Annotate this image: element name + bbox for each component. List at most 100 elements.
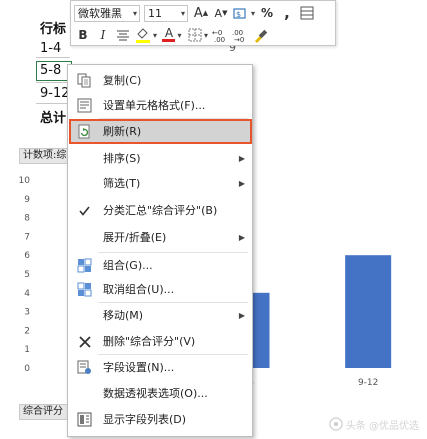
chevron-down-icon: ▾ [203, 30, 208, 40]
y-tick-label: 3 [24, 308, 30, 318]
y-tick-label: 6 [24, 251, 30, 261]
fill-color-swatch [135, 40, 150, 43]
align-center-button[interactable] [113, 26, 133, 44]
y-tick-label: 2 [24, 326, 30, 336]
italic-button[interactable]: I [93, 26, 113, 44]
font-color-icon: A [164, 26, 174, 40]
increase-decimal-icon: ←0.00 [212, 29, 225, 42]
chart-bar[interactable] [345, 255, 392, 368]
borders-button[interactable]: ▾ [185, 26, 211, 44]
number-format-icon: $ [233, 8, 246, 19]
fill-color-button[interactable]: ▾ [133, 26, 159, 44]
copy-icon [76, 72, 93, 89]
menu-item-label: 数据透视表选项(O)... [103, 387, 208, 400]
decrease-font-icon: A [214, 6, 223, 20]
increase-font-size-button[interactable]: A ▲ [191, 4, 211, 22]
menu-item-label: 删除"综合评分"(V) [103, 335, 196, 348]
menu-item-expand-collapse[interactable]: 展开/折叠(E) ▶ [70, 225, 251, 250]
watermark-text: 头条 @优品优选 [345, 420, 419, 432]
font-color-swatch [162, 39, 176, 42]
menu-item-label: 组合(G)... [103, 259, 153, 272]
svg-text:.00: .00 [214, 36, 225, 42]
row-label-9-12[interactable]: 9-12 [40, 86, 70, 101]
font-color-button[interactable]: A ▾ [159, 26, 185, 44]
format-cells-icon [76, 97, 93, 114]
clear-format-button[interactable] [251, 26, 271, 44]
svg-text:$: $ [236, 10, 241, 19]
grand-total-label[interactable]: 总计 [40, 107, 66, 126]
menu-item-move[interactable]: 移动(M) ▶ [70, 303, 251, 328]
chevron-down-icon: ▾ [152, 30, 157, 40]
table-format-icon [300, 6, 314, 20]
submenu-arrow-icon: ▶ [238, 311, 245, 320]
comma-icon: , [284, 4, 290, 22]
menu-item-field-settings[interactable]: 字段设置(N)... [70, 355, 251, 380]
row-label-5-8[interactable]: 5-8 [40, 63, 61, 78]
menu-item-label: 筛选(T) [103, 177, 141, 190]
increase-decimal-button[interactable]: ←0.00 [211, 26, 231, 44]
font-name-dropdown[interactable]: 微软雅黑 ▾ [74, 4, 140, 22]
menu-item-pivot-options[interactable]: 数据透视表选项(O)... [70, 381, 251, 406]
submenu-arrow-icon: ▶ [238, 233, 245, 242]
row-divider [36, 103, 70, 104]
row-labels-header[interactable]: 行标 [40, 18, 66, 37]
y-tick-label: 4 [24, 289, 30, 299]
row-label-1-4[interactable]: 1-4 [40, 41, 61, 56]
font-size-value: 11 [148, 6, 162, 20]
delete-x-icon [76, 333, 93, 350]
decrease-decimal-button[interactable]: .00 →0 [231, 26, 251, 44]
y-tick-label: 10 [19, 176, 31, 186]
chevron-down-icon: ▾ [132, 8, 137, 18]
menu-item-ungroup[interactable]: 取消组合(U)... [70, 277, 251, 302]
menu-item-label: 移动(M) [103, 309, 144, 322]
y-tick-label: 9 [24, 195, 30, 205]
menu-item-subtotal[interactable]: 分类汇总"综合评分"(B) [70, 198, 251, 223]
menu-item-refresh[interactable]: 刷新(R) [69, 119, 252, 144]
increase-font-icon: A [193, 5, 203, 21]
paintbrush-icon [255, 29, 268, 43]
y-tick-label: 0 [24, 364, 30, 374]
menu-item-show-field-list[interactable]: 显示字段列表(D) [70, 407, 251, 432]
menu-item-label: 展开/折叠(E) [103, 231, 167, 244]
italic-icon: I [100, 28, 106, 42]
menu-item-group[interactable]: 组合(G)... [70, 253, 251, 278]
watermark-logo-icon [329, 417, 343, 431]
menu-item-format-cells[interactable]: 设置单元格格式(F)... [70, 93, 251, 118]
menu-item-delete-field[interactable]: 删除"综合评分"(V) [70, 329, 251, 354]
font-size-dropdown[interactable]: 11 ▾ [144, 4, 188, 22]
format-painter-button[interactable] [297, 4, 317, 22]
ungroup-icon [76, 281, 93, 298]
submenu-arrow-icon: ▶ [238, 179, 245, 188]
context-menu: 复制(C) 设置单元格格式(F)... 刷新(R) 排序(S) ▶ 筛选(T) … [67, 64, 253, 437]
row-divider [36, 57, 70, 58]
percent-style-button[interactable]: % [257, 4, 277, 22]
excel-window: { "sheet": { "row_header": "行标", "rows":… [0, 0, 427, 439]
number-format-button[interactable]: $ ▾ [231, 4, 257, 22]
row-divider [36, 82, 70, 83]
y-tick-label: 7 [24, 232, 30, 242]
submenu-arrow-icon: ▶ [238, 154, 245, 163]
menu-item-label: 排序(S) [103, 152, 141, 165]
decrease-font-size-button[interactable]: A ▼ [211, 4, 231, 22]
menu-item-label: 设置单元格格式(F)... [103, 99, 206, 112]
fill-bucket-icon [135, 28, 150, 43]
chevron-down-icon: ▾ [177, 30, 182, 40]
field-settings-icon [76, 359, 93, 376]
mini-toolbar: 微软雅黑 ▾ 11 ▾ A ▲ A ▼ $ ▾ % , B I ▾ A ▾ ▾ … [70, 0, 336, 46]
menu-item-label: 复制(C) [103, 74, 142, 87]
decrease-decimal-icon: .00→0 [232, 29, 244, 42]
group-icon [76, 257, 93, 274]
menu-item-label: 显示字段列表(D) [103, 413, 187, 426]
y-tick-label: 1 [24, 345, 30, 355]
menu-item-filter[interactable]: 筛选(T) ▶ [70, 171, 251, 196]
menu-item-copy[interactable]: 复制(C) [70, 68, 251, 93]
bold-button[interactable]: B [73, 26, 93, 44]
menu-item-label: 字段设置(N)... [103, 361, 175, 374]
comma-style-button[interactable]: , [277, 4, 297, 22]
align-center-icon [117, 30, 129, 41]
menu-item-label: 刷新(R) [103, 125, 142, 138]
y-tick-label: 5 [24, 270, 30, 280]
font-name-value: 微软雅黑 [78, 7, 122, 20]
checkmark-icon [76, 202, 93, 219]
menu-item-sort[interactable]: 排序(S) ▶ [70, 146, 251, 171]
